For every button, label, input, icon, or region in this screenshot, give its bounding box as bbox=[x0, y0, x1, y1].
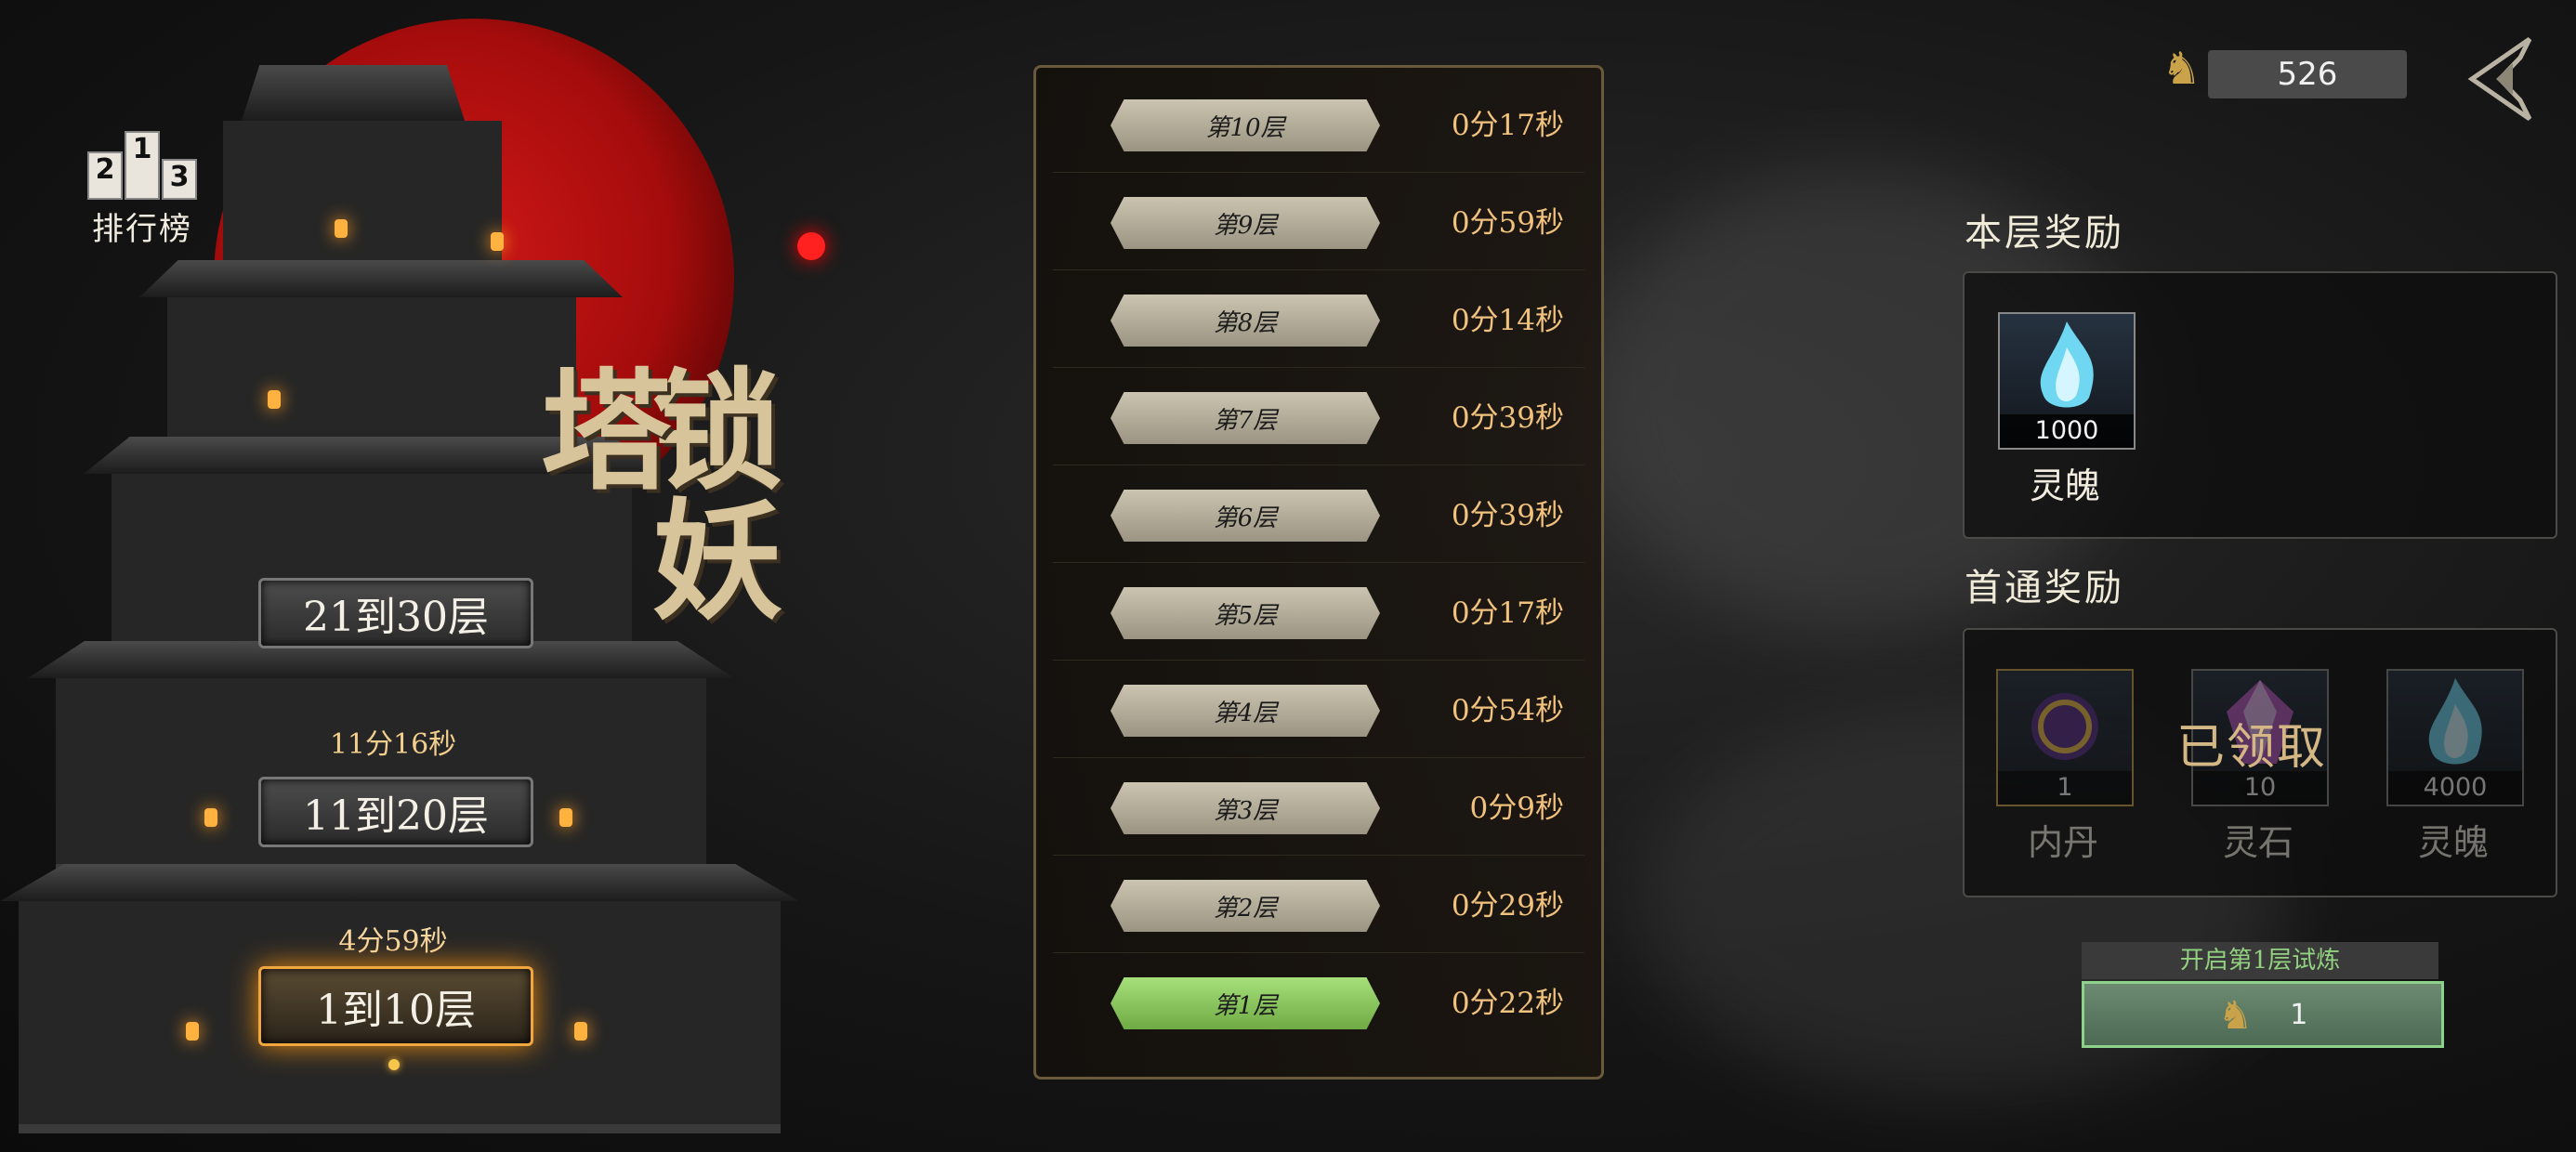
lantern-icon bbox=[186, 1022, 199, 1041]
item-quantity: 1000 bbox=[2000, 414, 2134, 448]
item-name: 内丹 bbox=[2027, 822, 2098, 863]
podium-third: 3 bbox=[162, 159, 197, 200]
level-button[interactable]: 第9层 bbox=[1111, 197, 1380, 249]
item-name: 灵魄 bbox=[2029, 465, 2100, 506]
floor-range-label: 21到30层 bbox=[303, 594, 489, 641]
podium-first: 1 bbox=[125, 131, 160, 200]
floor-range-label: 1到10层 bbox=[316, 987, 476, 1034]
level-button[interactable]: 第2层 bbox=[1111, 880, 1380, 932]
level-time: 0分39秒 bbox=[1451, 401, 1564, 435]
lantern-icon bbox=[268, 390, 281, 409]
trial-label: 开启第1层试炼 bbox=[2082, 942, 2438, 979]
level-time: 0分29秒 bbox=[1451, 889, 1564, 923]
level-time: 0分22秒 bbox=[1451, 987, 1564, 1020]
item-quantity: 1 bbox=[1998, 771, 2132, 805]
currency-amount: 526 bbox=[2208, 50, 2407, 98]
ranking-label: 排行榜 bbox=[92, 211, 192, 248]
golden-orb-icon bbox=[2031, 693, 2098, 760]
item-name: 灵魄 bbox=[2417, 822, 2489, 863]
level-button[interactable]: 第6层 bbox=[1111, 490, 1380, 542]
reward-item-slot[interactable]: 1 bbox=[1996, 669, 2134, 806]
horse-token-icon: ♞ bbox=[2162, 43, 2202, 95]
lantern-icon bbox=[335, 219, 348, 238]
level-time: 0分17秒 bbox=[1451, 596, 1564, 630]
level-time: 0分39秒 bbox=[1451, 499, 1564, 532]
floor-reward-title: 本层奖励 bbox=[1965, 212, 2124, 255]
level-row[interactable]: 第6层 0分39秒 bbox=[1053, 469, 1584, 563]
level-row[interactable]: 第8层 0分14秒 bbox=[1053, 274, 1584, 368]
level-time: 0分14秒 bbox=[1451, 304, 1564, 337]
lantern-icon bbox=[574, 1022, 587, 1041]
trial-cost: 1 bbox=[2290, 998, 2308, 1031]
floor-range-11-20-button[interactable]: 11到20层 bbox=[258, 777, 533, 847]
back-arrow-icon[interactable] bbox=[2464, 35, 2544, 123]
level-row[interactable]: 第7层 0分39秒 bbox=[1053, 372, 1584, 465]
level-row[interactable]: 第9层 0分59秒 bbox=[1053, 177, 1584, 270]
lantern-icon bbox=[559, 808, 572, 827]
reward-item-slot[interactable]: 1000 bbox=[1998, 312, 2136, 450]
level-button[interactable]: 第10层 bbox=[1111, 99, 1380, 151]
lantern-icon bbox=[491, 232, 504, 251]
pagoda-roof bbox=[0, 864, 799, 901]
first-clear-reward-title: 首通奖励 bbox=[1965, 567, 2124, 609]
level-row[interactable]: 第10层 0分17秒 bbox=[1053, 79, 1584, 173]
page-indicator-dot bbox=[388, 1059, 400, 1070]
reward-item-slot[interactable]: 4000 bbox=[2386, 669, 2524, 806]
level-button-current[interactable]: 第1层 bbox=[1111, 977, 1380, 1029]
pagoda-tier bbox=[223, 121, 502, 269]
level-time: 0分59秒 bbox=[1451, 206, 1564, 240]
level-list-panel: 第10层 0分17秒 第9层 0分59秒 第8层 0分14秒 第7层 0分39秒… bbox=[1033, 65, 1604, 1080]
level-button[interactable]: 第5层 bbox=[1111, 587, 1380, 639]
floor-range-best-time: 11分16秒 bbox=[329, 728, 457, 761]
level-row-current[interactable]: 第1层 0分22秒 bbox=[1053, 957, 1584, 1050]
tower-title: 锁妖塔 bbox=[519, 362, 782, 622]
floor-range-best-time: 4分59秒 bbox=[338, 925, 448, 958]
item-quantity: 4000 bbox=[2388, 771, 2522, 805]
currency-display: 526 ♞ bbox=[2162, 43, 2412, 102]
level-row[interactable]: 第2层 0分29秒 bbox=[1053, 859, 1584, 953]
floor-range-label: 11到20层 bbox=[303, 792, 489, 840]
dragon-eye bbox=[797, 232, 825, 260]
ranking-button[interactable]: 2 1 3 排行榜 bbox=[82, 125, 203, 249]
level-row[interactable]: 第4层 0分54秒 bbox=[1053, 664, 1584, 758]
podium-second: 2 bbox=[87, 151, 123, 200]
blue-flame-icon bbox=[2428, 678, 2482, 765]
claimed-stamp: 已领取 bbox=[2176, 720, 2328, 776]
item-name: 灵石 bbox=[2222, 822, 2293, 863]
start-trial-button[interactable]: ♞ 1 bbox=[2082, 981, 2444, 1048]
lantern-icon bbox=[204, 808, 217, 827]
podium-icon: 2 1 3 bbox=[82, 125, 203, 200]
level-row[interactable]: 第3层 0分9秒 bbox=[1053, 762, 1584, 856]
level-button[interactable]: 第7层 bbox=[1111, 392, 1380, 444]
pagoda-tier bbox=[167, 297, 576, 446]
level-button[interactable]: 第8层 bbox=[1111, 295, 1380, 347]
level-button[interactable]: 第3层 bbox=[1111, 782, 1380, 834]
level-button[interactable]: 第4层 bbox=[1111, 685, 1380, 737]
horse-token-icon: ♞ bbox=[2217, 991, 2254, 1038]
pagoda-roof bbox=[139, 260, 623, 297]
pagoda-roof bbox=[242, 65, 465, 121]
floor-range-1-10-button[interactable]: 1到10层 bbox=[258, 966, 533, 1046]
level-time: 0分9秒 bbox=[1469, 792, 1564, 825]
blue-flame-icon bbox=[2040, 321, 2094, 408]
level-row[interactable]: 第5层 0分17秒 bbox=[1053, 567, 1584, 661]
level-time: 0分17秒 bbox=[1451, 109, 1564, 142]
level-time: 0分54秒 bbox=[1451, 694, 1564, 727]
floor-range-21-30-button[interactable]: 21到30层 bbox=[258, 578, 533, 648]
